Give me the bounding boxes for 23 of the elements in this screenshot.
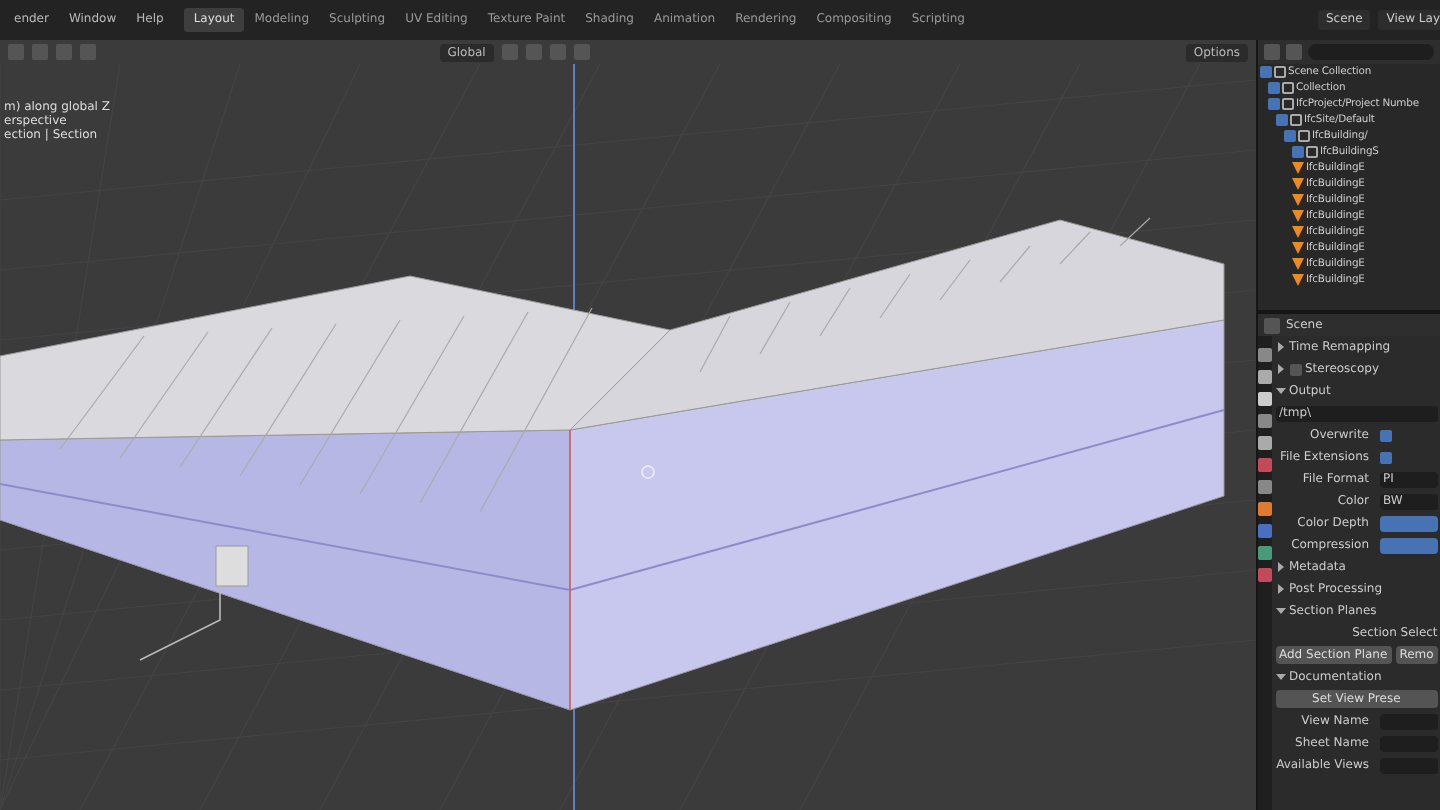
3d-cursor-icon (641, 465, 655, 479)
filter-icon[interactable] (1286, 44, 1302, 60)
disclosure-icon[interactable] (1275, 606, 1285, 616)
enum-field[interactable] (1379, 537, 1438, 553)
disclosure-icon[interactable] (1275, 364, 1285, 374)
disclosure-icon[interactable] (1275, 562, 1285, 572)
editor-type-icon[interactable] (1264, 317, 1280, 333)
display-mode-icon[interactable] (1264, 44, 1280, 60)
visibility-checkbox[interactable] (1276, 114, 1288, 126)
enum-field[interactable] (1379, 515, 1438, 531)
visibility-checkbox[interactable] (1284, 130, 1296, 142)
visibility-checkbox[interactable] (1268, 82, 1280, 94)
disclosure-icon[interactable] (1275, 672, 1285, 682)
disclosure-icon[interactable] (1275, 342, 1285, 352)
visibility-checkbox[interactable] (1268, 98, 1280, 110)
visibility-checkbox[interactable] (1260, 66, 1272, 78)
utility-box-drawing (139, 545, 249, 661)
section-checkbox[interactable] (1289, 363, 1301, 375)
visibility-checkbox[interactable] (1292, 146, 1304, 158)
checkbox[interactable] (1379, 429, 1391, 441)
disclosure-icon[interactable] (1275, 386, 1285, 396)
checkbox[interactable] (1379, 451, 1391, 463)
disclosure-icon[interactable] (1275, 584, 1285, 594)
